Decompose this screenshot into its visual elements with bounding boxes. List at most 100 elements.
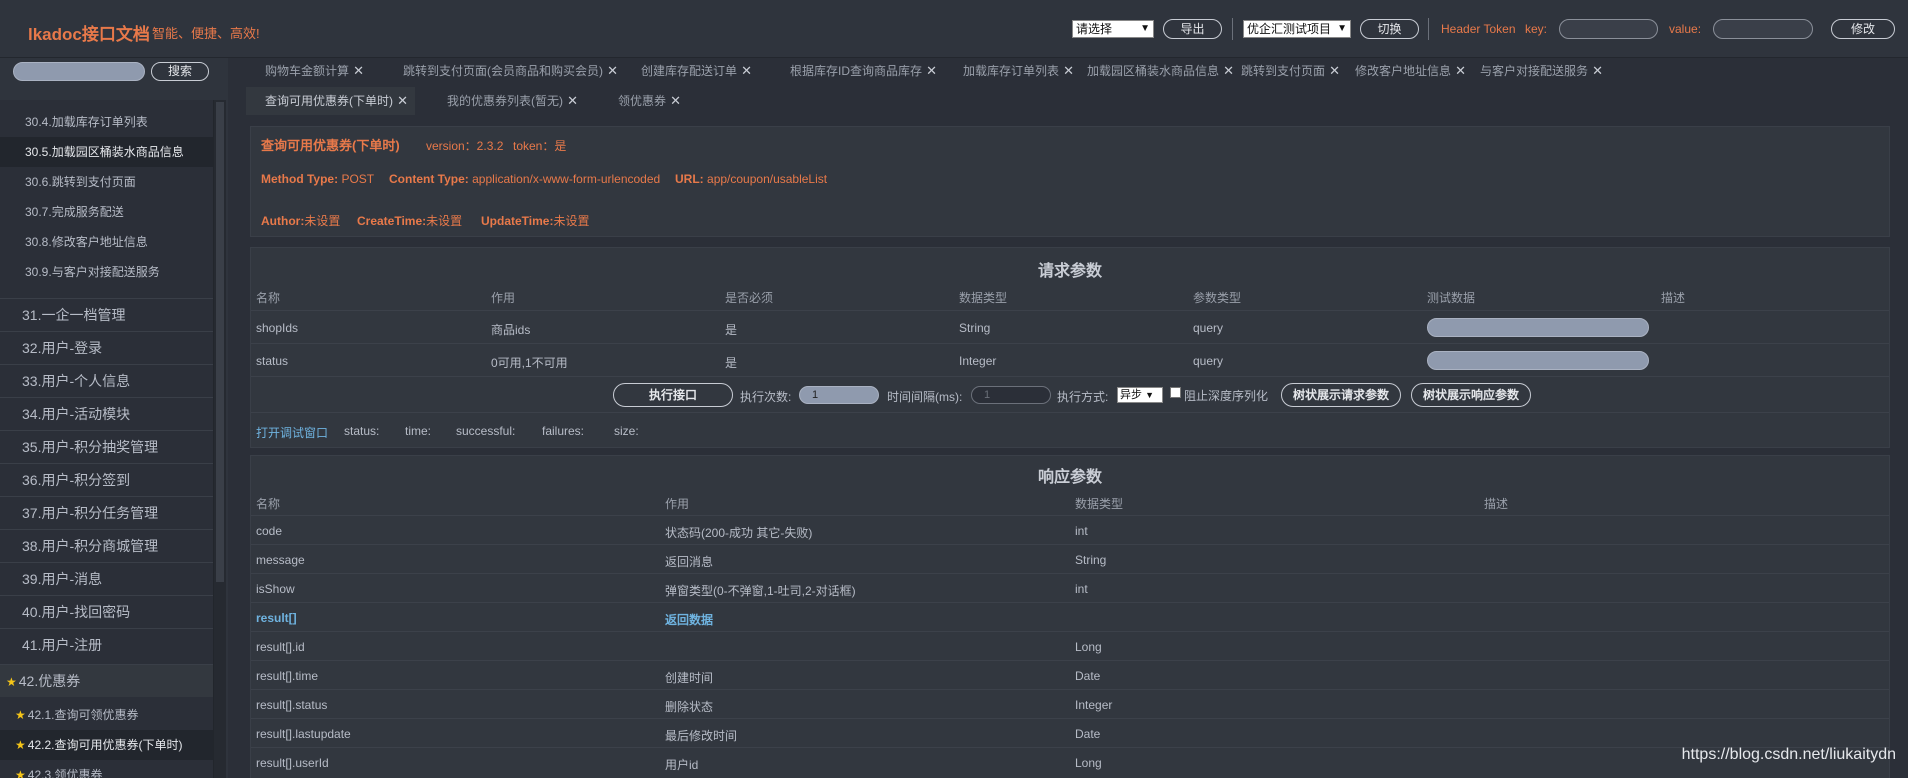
close-icon[interactable]: ✕ [926, 57, 937, 85]
sidebar-group[interactable]: 35.用户-积分抽奖管理 [0, 430, 213, 463]
resp-desc: 用户id [665, 758, 699, 772]
modify-button[interactable]: 修改 [1831, 19, 1895, 39]
resp-name: result[].status [256, 698, 328, 712]
switch-button[interactable]: 切换 [1360, 19, 1419, 39]
resp-type: String [1075, 553, 1107, 567]
sidebar-item[interactable]: 30.4.加载库存订单列表 [0, 107, 213, 137]
chevron-down-icon: ▼ [1145, 390, 1154, 400]
sidebar-group[interactable]: 31.一企一档管理 [0, 298, 213, 331]
api-title: 查询可用优惠券(下单时) [261, 138, 400, 153]
tree-response-button[interactable]: 树状展示响应参数 [1411, 383, 1531, 407]
resp-type: int [1075, 524, 1088, 538]
sidebar-item[interactable]: 30.6.跳转到支付页面 [0, 167, 213, 197]
doc-select-value: 请选择 [1076, 22, 1113, 36]
sidebar-group[interactable]: 34.用户-活动模块 [0, 397, 213, 430]
sidebar-group[interactable]: 41.用户-注册 [0, 628, 213, 661]
interval-input[interactable]: 1 [971, 386, 1051, 404]
divider [1232, 18, 1233, 40]
tab[interactable]: 加载园区桶装水商品信息 ✕ [1062, 57, 1241, 85]
sidebar-item[interactable]: ★ 42.3.领优惠券 [0, 760, 213, 778]
resp-name: result[] [256, 611, 297, 625]
sidebar-item[interactable]: ★ 42.1.查询可领优惠券 [0, 700, 213, 730]
table-row: shopIds 商品ids 是 String query [251, 310, 1889, 343]
tab[interactable]: 加载库存订单列表 ✕ [938, 57, 1081, 85]
close-icon[interactable]: ✕ [741, 57, 752, 85]
tab-label: 查询可用优惠券(下单时) [265, 94, 393, 108]
app-slogan: 智能、便捷、高效! [152, 26, 260, 41]
sidebar-group[interactable]: 37.用户-积分任务管理 [0, 496, 213, 529]
doc-select[interactable]: 请选择 ▼ [1072, 20, 1154, 38]
sidebar-group[interactable]: 39.用户-消息 [0, 562, 213, 595]
block-serialize-label: 阻止深度序列化 [1184, 389, 1269, 403]
chevron-down-icon: ▼ [1337, 23, 1347, 34]
sidebar-item[interactable]: 30.7.完成服务配送 [0, 197, 213, 227]
time-label: time: [405, 424, 432, 438]
exec-controls-row: 执行接口 执行次数: 1 时间间隔(ms): 1 执行方式: 异步 ▼ 阻止深度… [251, 376, 1889, 412]
key-input[interactable] [1559, 19, 1658, 39]
close-icon[interactable]: ✕ [670, 87, 681, 115]
content-type-value: application/x-www-form-urlencoded [472, 172, 661, 186]
export-button[interactable]: 导出 [1163, 19, 1222, 39]
api-url: URL: app/coupon/usableList [675, 172, 827, 186]
tab[interactable]: 购物车金额计算 ✕ [240, 57, 371, 85]
sidebar-scroll-thumb[interactable] [216, 102, 224, 582]
failures-label: failures: [542, 424, 585, 438]
close-icon[interactable]: ✕ [567, 87, 578, 115]
search-input[interactable] [13, 62, 145, 81]
tab[interactable]: 与客户对接配送服务 ✕ [1455, 57, 1610, 85]
resp-name: code [256, 524, 283, 538]
sidebar-group[interactable]: 32.用户-登录 [0, 331, 213, 364]
block-serialize-checkbox[interactable] [1170, 387, 1181, 398]
sidebar-item-active[interactable]: 30.5.加载园区桶装水商品信息 [0, 137, 213, 167]
sidebar-group[interactable]: 33.用户-个人信息 [0, 364, 213, 397]
tab-bar: 购物车金额计算 ✕ 跳转到支付页面(会员商品和购买会员) ✕ 创建库存配送订单 ✕ 根… [240, 57, 1890, 117]
tab[interactable]: 根据库存ID查询商品库存 ✕ [765, 57, 944, 85]
tab[interactable]: 创建库存配送订单 ✕ [616, 57, 759, 85]
sidebar-group-coupons[interactable]: ★ 42.优惠券 [0, 664, 213, 697]
sidebar-group[interactable]: 38.用户-积分商城管理 [0, 529, 213, 562]
test-data-input[interactable] [1427, 318, 1649, 337]
tab-active[interactable]: 查询可用优惠券(下单时) ✕ [246, 87, 415, 115]
tree-request-button[interactable]: 树状展示请求参数 [1281, 383, 1401, 407]
column-header: 名称 [256, 497, 281, 511]
exec-mode-select[interactable]: 异步 ▼ [1117, 387, 1163, 403]
column-header: 名称 [256, 291, 281, 305]
tab[interactable]: 我的优惠券列表(暂无) ✕ [422, 87, 585, 115]
tab[interactable]: 修改客户地址信息 ✕ [1330, 57, 1473, 85]
project-select[interactable]: 优企汇测试项目 ▼ [1243, 20, 1351, 38]
update-time-value: 未设置 [553, 214, 590, 228]
table-row: result[].status 删除状态 Integer [251, 689, 1889, 718]
close-icon[interactable]: ✕ [353, 57, 364, 85]
resp-name: result[].id [256, 640, 305, 654]
execute-button[interactable]: 执行接口 [613, 383, 733, 407]
resp-type: Long [1075, 756, 1102, 770]
close-icon[interactable]: ✕ [1592, 57, 1603, 85]
table-row: code 状态码(200-成功 其它-失败) int [251, 515, 1889, 544]
search-button[interactable]: 搜索 [151, 62, 209, 81]
exec-times-label: 执行次数: [740, 390, 792, 404]
tab[interactable]: 领优惠券 ✕ [593, 87, 688, 115]
tab-label: 加载库存订单列表 [963, 64, 1060, 78]
open-debug-link[interactable]: 打开调试窗口 [256, 424, 328, 441]
sidebar-group[interactable]: 40.用户-找回密码 [0, 595, 213, 628]
top-bar: lkadoc接口文档 智能、便捷、高效! 请选择 ▼ 导出 优企汇测试项目 ▼ … [0, 0, 1908, 58]
exec-mode-value: 异步 [1120, 389, 1142, 401]
sidebar-item-active[interactable]: ★ 42.2.查询可用优惠券(下单时) [0, 730, 213, 760]
tab-label: 与客户对接配送服务 [1480, 64, 1589, 78]
close-icon[interactable]: ✕ [397, 87, 408, 115]
sidebar-group[interactable]: 36.用户-积分签到 [0, 463, 213, 496]
param-name: status [256, 354, 289, 368]
resp-name: result[].time [256, 669, 319, 683]
method-type-label: Method Type: [261, 172, 339, 186]
test-data-input[interactable] [1427, 351, 1649, 370]
sidebar-item[interactable]: 30.9.与客户对接配送服务 [0, 257, 213, 287]
value-input[interactable] [1713, 19, 1813, 39]
sidebar-item[interactable]: 30.8.修改客户地址信息 [0, 227, 213, 257]
tab[interactable]: 跳转到支付页面(会员商品和购买会员) ✕ [378, 57, 625, 85]
param-required: 是 [725, 323, 738, 337]
value-label: value: [1669, 22, 1702, 36]
exec-times-input[interactable]: 1 [799, 386, 879, 404]
resp-name: result[].userId [256, 756, 329, 770]
column-header: 数据类型 [959, 291, 1008, 305]
tab[interactable]: 跳转到支付页面 ✕ [1216, 57, 1347, 85]
